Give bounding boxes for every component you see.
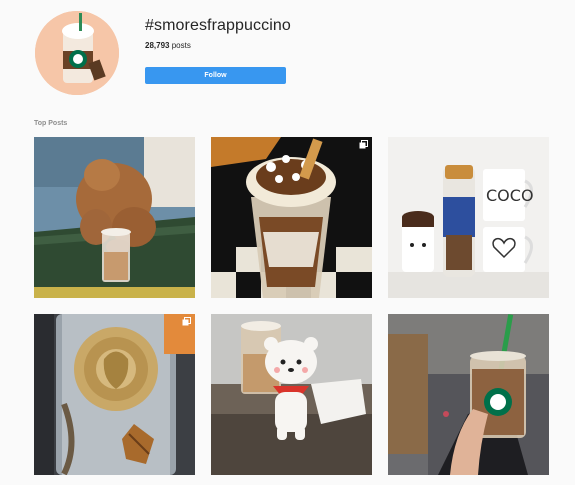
top-posts-label: Top Posts [34,120,68,127]
posts-count: 28,793 posts [145,41,191,50]
hashtag-title: #smoresfrappuccino [145,17,291,34]
posts-count-label: posts [171,41,191,50]
mug-label: COCO [486,186,534,205]
post-thumbnail-plush[interactable] [211,314,372,475]
post-thumbnail-mugs[interactable]: COCO [388,137,549,298]
follow-button[interactable]: Follow [145,67,286,84]
multiple-posts-icon [182,317,191,326]
hashtag-avatar [35,11,119,95]
post-thumbnail-frappuccino[interactable] [211,137,372,298]
post-thumbnail-tumbler[interactable] [34,314,195,475]
multiple-posts-icon [359,140,368,149]
post-thumbnail-dog[interactable] [34,137,195,298]
posts-count-number: 28,793 [145,41,170,50]
post-thumbnail-hand-drink[interactable] [388,314,549,475]
